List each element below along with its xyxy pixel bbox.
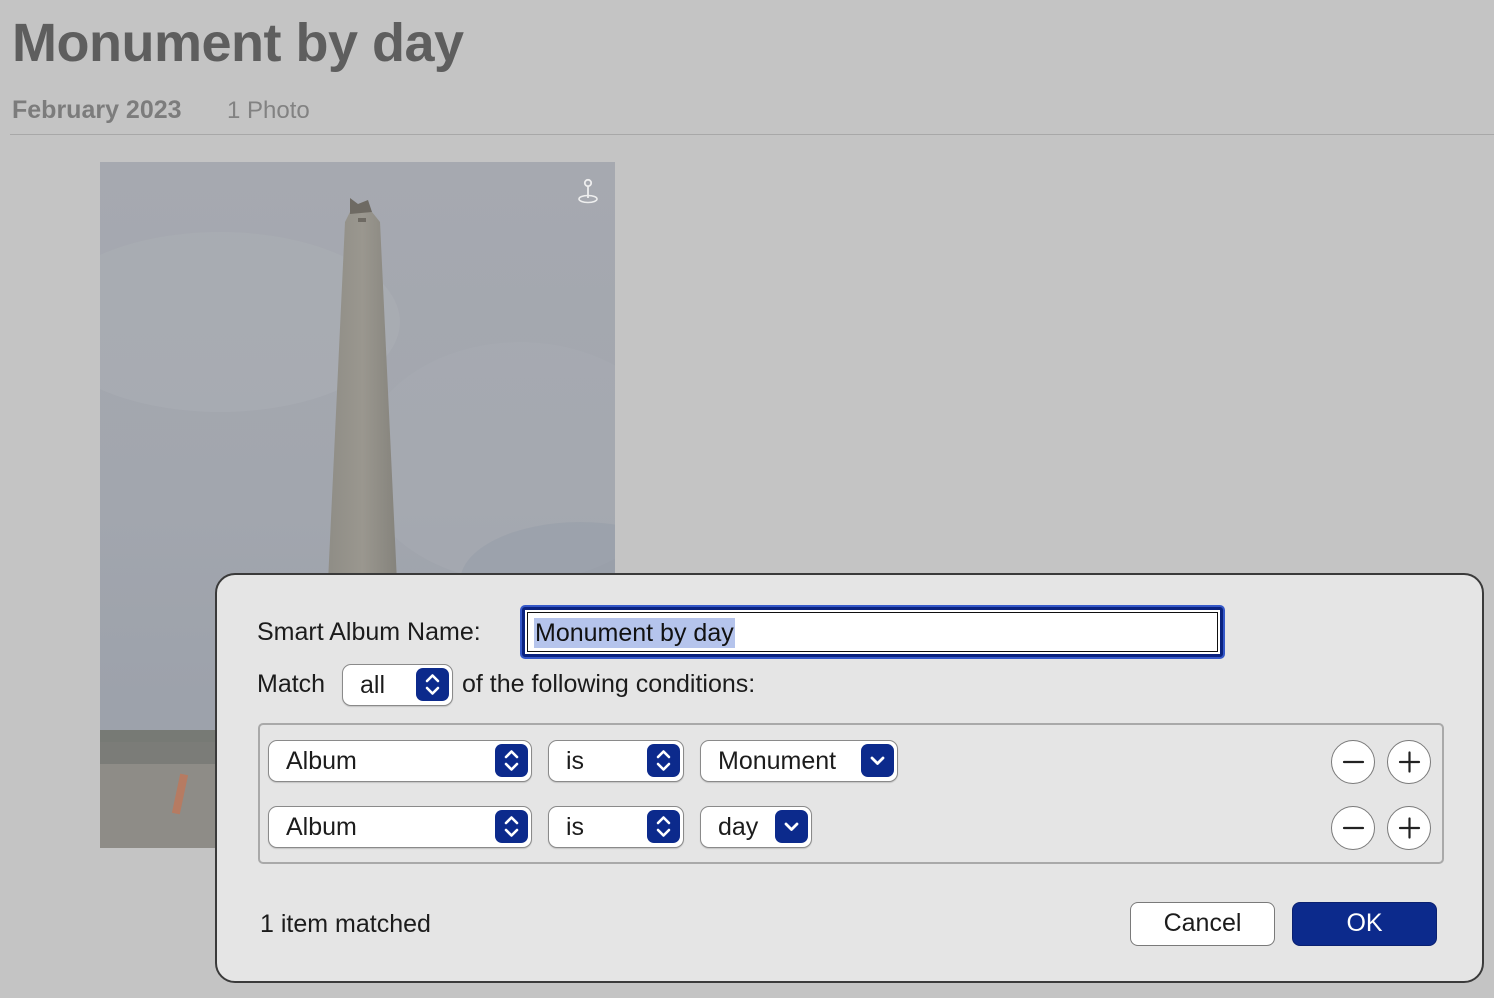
album-name-label: Smart Album Name: [257, 618, 481, 646]
rule-2-field-select[interactable]: Album [268, 806, 532, 848]
updown-arrows-icon [495, 744, 528, 777]
ok-button[interactable]: OK [1292, 902, 1437, 946]
rule-1-remove-button[interactable] [1331, 740, 1375, 784]
rule-1-operator-select[interactable]: is [548, 740, 684, 782]
rule-2-value: day [718, 813, 759, 841]
page-title: Monument by day [12, 13, 464, 73]
minus-icon [1342, 826, 1365, 830]
location-pin-icon [576, 177, 600, 205]
album-name-value: Monument by day [534, 618, 735, 648]
rule-2-operator-value: is [566, 813, 585, 841]
plus-icon [1398, 751, 1421, 773]
chevron-down-icon [861, 744, 894, 777]
updown-arrows-icon [495, 810, 528, 843]
rule-2-field-value: Album [286, 813, 357, 841]
updown-arrows-icon [647, 810, 680, 843]
rule-1-field-value: Album [286, 747, 357, 775]
rule-2-operator-select[interactable]: is [548, 806, 684, 848]
cancel-button[interactable]: Cancel [1130, 902, 1275, 946]
header-divider [10, 134, 1494, 135]
match-label: Match [257, 670, 326, 698]
updown-arrows-icon [416, 668, 449, 701]
photo-count: 1 Photo [227, 97, 310, 124]
rule-1-operator-value: is [566, 747, 585, 775]
rule-2-remove-button[interactable] [1331, 806, 1375, 850]
rule-1-value: Monument [718, 747, 837, 775]
plus-icon [1398, 817, 1421, 839]
album-name-field[interactable]: Monument by day [522, 607, 1223, 657]
rules-panel: Album is Monument Album is day [258, 723, 1444, 864]
match-select-value: all [360, 671, 386, 699]
match-status: 1 item matched [260, 910, 431, 938]
rule-2-add-button[interactable] [1387, 806, 1431, 850]
rule-1-field-select[interactable]: Album [268, 740, 532, 782]
rule-2-value-select[interactable]: day [700, 806, 812, 848]
match-select[interactable]: all [342, 664, 453, 706]
rule-1-add-button[interactable] [1387, 740, 1431, 784]
updown-arrows-icon [647, 744, 680, 777]
date-heading: February 2023 [12, 96, 182, 124]
minus-icon [1342, 760, 1365, 764]
smart-album-dialog: Smart Album Name: Monument by day Match … [215, 573, 1484, 983]
conditions-label: of the following conditions: [462, 670, 756, 698]
rule-1-value-select[interactable]: Monument [700, 740, 898, 782]
chevron-down-icon [775, 810, 808, 843]
